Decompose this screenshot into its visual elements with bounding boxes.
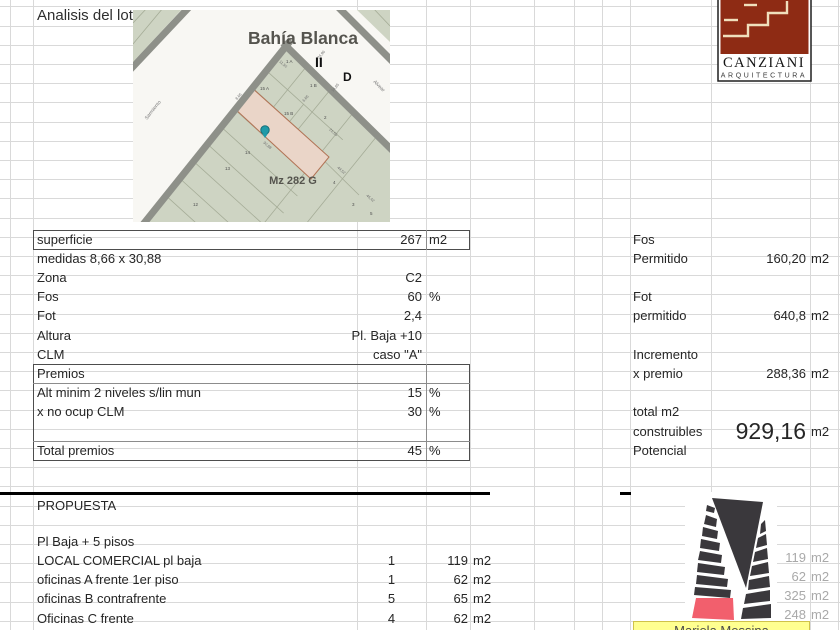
map-label: 15 B	[284, 111, 293, 116]
superficie-box-divider	[426, 229, 427, 250]
propuesta-row-unit[interactable]: m2	[473, 551, 491, 570]
gridline-h	[0, 179, 840, 181]
summary-unit[interactable]: m2	[811, 306, 829, 325]
propuesta-row-area[interactable]: 65	[400, 589, 468, 608]
summary-label-line1[interactable]: Fot	[633, 287, 652, 306]
propuesta-row-label[interactable]: oficinas A frente 1er piso	[37, 570, 179, 589]
gridline-v	[534, 0, 535, 630]
gridline-h	[0, 217, 840, 219]
gridline-h	[0, 486, 840, 488]
gridline-v	[838, 0, 839, 630]
massing-area-value: 62	[791, 568, 806, 584]
summary-value[interactable]: 640,8	[620, 306, 806, 325]
gridline-h	[0, 198, 840, 200]
table-cell-unit[interactable]: m2	[429, 230, 447, 249]
table-cell-value[interactable]: caso "A"	[347, 345, 422, 364]
summary-label-line1[interactable]: Fos	[633, 230, 655, 249]
table-cell-label[interactable]: Alt minim 2 niveles s/lin mun	[37, 383, 201, 402]
table-cell-label[interactable]: Altura	[37, 326, 71, 345]
summary-value[interactable]: 160,20	[620, 249, 806, 268]
table-cell-value[interactable]: 267	[347, 230, 422, 249]
gridline-v	[470, 0, 471, 630]
logo-subtitle: ARQUITECTURA	[721, 73, 807, 80]
lot-map-image[interactable]: Bahía BlancaIIDMz 282 GSarmientoAlvear1 …	[133, 10, 390, 222]
table-cell-label[interactable]: Premios	[37, 364, 85, 383]
summary-unit[interactable]: m2	[811, 249, 829, 268]
gridline-v	[426, 0, 427, 630]
gridline-h	[0, 140, 840, 142]
table-cell-value[interactable]: 30	[347, 402, 422, 421]
sheet-note[interactable]: Analisis del lote	[37, 5, 141, 26]
propuesta-row-label[interactable]: Oficinas C frente	[37, 609, 134, 628]
gridline-v	[574, 0, 575, 630]
gridline-h	[0, 160, 840, 161]
table-cell-value[interactable]: 2,4	[347, 306, 422, 325]
table-cell-value[interactable]: 60	[347, 287, 422, 306]
table-cell-label[interactable]: medidas 8,66 x 30,88	[37, 249, 161, 268]
table-cell-label[interactable]: x no ocup CLM	[37, 402, 124, 421]
table-cell-label[interactable]: Fot	[37, 306, 56, 325]
map-label: Mz 282 G	[269, 175, 317, 187]
table-cell-value[interactable]: 45	[347, 441, 422, 460]
table-cell-label[interactable]: CLM	[37, 345, 64, 364]
logo-square	[720, 0, 809, 54]
map-label: 12	[193, 202, 199, 207]
section-divider	[0, 492, 490, 495]
table-cell-unit[interactable]: %	[429, 441, 441, 460]
summary-unit[interactable]: m2	[811, 364, 829, 383]
gridline-v	[33, 0, 34, 630]
massing-area-value: 119	[785, 549, 806, 565]
massing-area-unit: m2	[811, 588, 830, 603]
table-cell-label[interactable]: Zona	[37, 268, 67, 287]
summary-label-line1[interactable]: Incremento	[633, 345, 698, 364]
map-label: D	[343, 70, 352, 84]
map-label: 1 B	[310, 83, 317, 88]
gridline-v	[10, 0, 11, 630]
propuesta-title[interactable]: PROPUESTA	[37, 496, 116, 515]
massing-pink-shape	[692, 598, 734, 620]
propuesta-row-label[interactable]: LOCAL COMERCIAL pl baja	[37, 551, 202, 570]
gridline-v	[602, 0, 603, 630]
gridline-h	[0, 121, 840, 123]
propuesta-row-label[interactable]: oficinas B contrafrente	[37, 589, 166, 608]
map-label: 1 A	[286, 59, 293, 64]
premios-box-divider	[426, 363, 427, 460]
table-cell-value[interactable]: Pl. Baja +10	[347, 326, 422, 345]
summary-value[interactable]: 288,36	[620, 364, 806, 383]
massing-area-value: 248	[784, 607, 806, 623]
massing-area-value: 325	[784, 588, 806, 603]
propuesta-row-area[interactable]: 62	[400, 609, 468, 628]
propuesta-subtitle[interactable]: Pl Baja + 5 pisos	[37, 532, 134, 551]
massing-area-unit: m2	[811, 607, 830, 623]
company-logo[interactable]: CANZIANI ARQUITECTURA	[714, 0, 814, 84]
propuesta-row-unit[interactable]: m2	[473, 589, 491, 608]
map-label: 14	[245, 150, 251, 155]
map-label: 13	[225, 166, 231, 171]
table-cell-label[interactable]: Fos	[37, 287, 59, 306]
table-cell-value[interactable]: C2	[347, 268, 422, 287]
table-cell-label[interactable]: superficie	[37, 230, 93, 249]
gridline-h	[0, 102, 840, 104]
massing-area-unit: m2	[811, 568, 830, 584]
massing-area-unit: m2	[811, 549, 830, 565]
gridline-h	[0, 467, 840, 469]
propuesta-row-area[interactable]: 119	[400, 551, 468, 570]
table-cell-value[interactable]: 15	[347, 383, 422, 402]
table-cell-unit[interactable]: %	[429, 402, 441, 421]
summary-label-line1[interactable]: Potencial	[633, 441, 686, 460]
spreadsheet: Analisis del lote Bahía Blanca II D Mz 2…	[0, 0, 840, 630]
map-label: Bahía Blanca	[248, 28, 358, 48]
propuesta-row-area[interactable]: 62	[400, 570, 468, 589]
propuesta-row-unit[interactable]: m2	[473, 570, 491, 589]
map-label: 15 A	[260, 86, 269, 91]
table-cell-unit[interactable]: %	[429, 287, 441, 306]
section-divider-stub	[620, 492, 631, 495]
table-cell-label[interactable]: Total premios	[37, 441, 114, 460]
table-cell-unit[interactable]: %	[429, 383, 441, 402]
summary-unit[interactable]: m2	[811, 422, 829, 441]
logo-name: CANZIANI	[723, 55, 805, 71]
propuesta-row-unit[interactable]: m2	[473, 609, 491, 628]
